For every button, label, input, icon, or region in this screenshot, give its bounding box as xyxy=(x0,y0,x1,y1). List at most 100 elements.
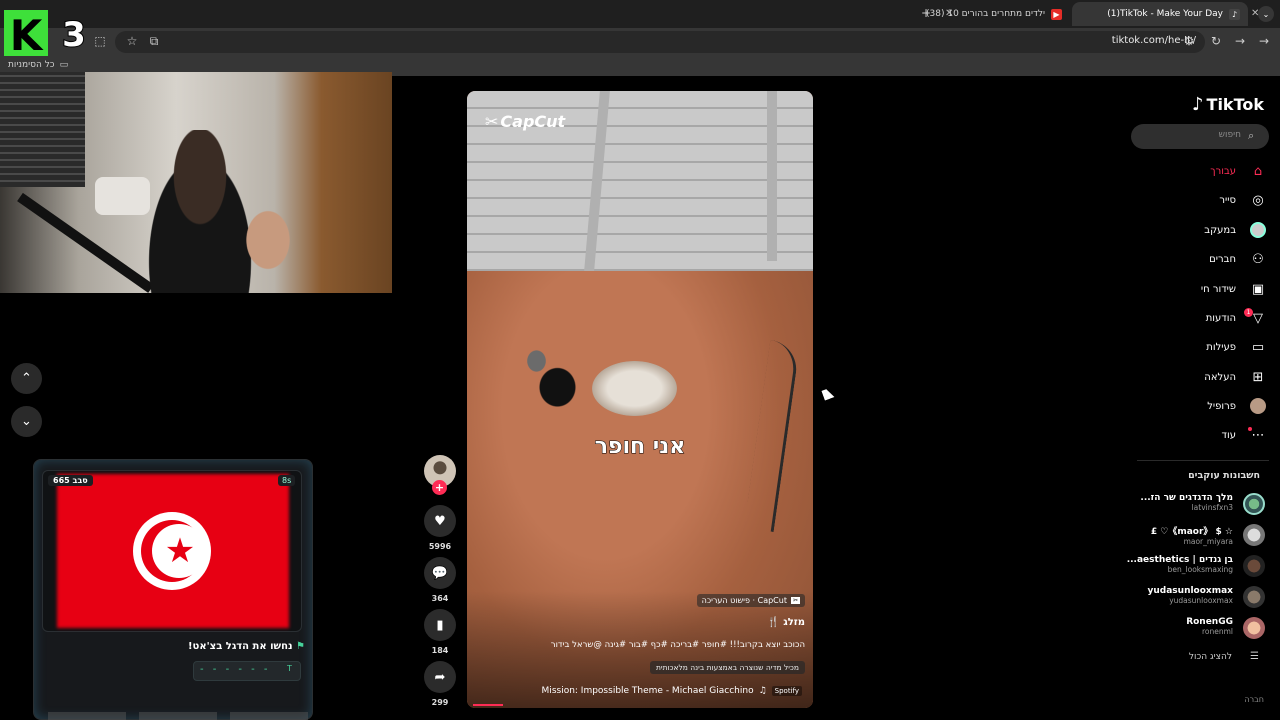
account-name: RonenGG xyxy=(1186,617,1233,627)
tab-tiktok-close-icon[interactable]: ✕ xyxy=(1251,8,1259,19)
nav-messages-label: הודעות xyxy=(1205,312,1236,324)
nav-activity[interactable]: ▭ פעילות xyxy=(1206,338,1266,356)
tab-youtube-title: (38) 10 ילדים מתחרים בהורים xyxy=(926,9,1045,19)
account-avatar[interactable] xyxy=(1243,586,1265,608)
nav-friends[interactable]: ⚇ חברים xyxy=(1209,250,1266,268)
site-settings-icon[interactable]: ⚙ xyxy=(1181,33,1197,49)
spotify-badge: Spotify xyxy=(771,686,802,696)
capcut-watermark-text: CapCut xyxy=(500,112,566,131)
upload-icon: ⊞ xyxy=(1252,369,1264,385)
tab-tiktok[interactable]: (1)TikTok - Make Your Day ♪ xyxy=(1072,2,1248,26)
address-bar[interactable] xyxy=(115,31,1205,53)
all-bookmarks-label: כל הסימניות xyxy=(8,60,55,70)
friends-icon: ⚇ xyxy=(1252,251,1264,267)
heart-icon: ♥ xyxy=(434,513,446,529)
all-bookmarks-button[interactable]: כל הסימניות ▭ xyxy=(8,60,68,70)
video-caption-overlay: אני חופר xyxy=(594,434,686,460)
nav-messages[interactable]: ▽ הודעות xyxy=(1206,309,1266,327)
following-icon xyxy=(1250,222,1266,238)
comment-count: 364 xyxy=(431,594,449,603)
bookmark-star-icon[interactable]: ☆ xyxy=(124,33,140,49)
extensions-icon[interactable]: ⬚ xyxy=(92,33,108,49)
follow-plus-icon[interactable]: + xyxy=(432,480,447,495)
nav-following-label: במעקב xyxy=(1204,224,1236,236)
live-icon: ▣ xyxy=(1251,281,1265,297)
nav-profile[interactable]: פרופיל xyxy=(1207,397,1266,415)
company-link[interactable]: חברה xyxy=(1244,695,1264,704)
nav-explore[interactable]: ◎ סייר xyxy=(1219,191,1266,209)
folder-icon: ▭ xyxy=(59,60,69,70)
chevron-up-icon: ⌃ xyxy=(21,371,32,386)
logo-letter: K xyxy=(10,11,44,58)
comment-button[interactable]: 💬 xyxy=(424,557,456,589)
webcam-hand xyxy=(238,200,298,280)
tab-search-chevron-icon[interactable]: ⌄ xyxy=(1258,6,1274,22)
save-count: 184 xyxy=(431,646,449,655)
nav-upload[interactable]: ⊞ העלאה xyxy=(1204,368,1266,386)
account-avatar[interactable] xyxy=(1243,493,1265,515)
like-button[interactable]: ♥ xyxy=(424,505,456,537)
tiktok-logo[interactable]: ♪ TikTok xyxy=(1192,94,1264,115)
music-title[interactable]: Mission: Impossible Theme - Michael Giac… xyxy=(542,686,754,696)
share-count: 299 xyxy=(431,698,449,707)
translate-icon[interactable]: ⧉ xyxy=(146,33,162,49)
account-avatar[interactable] xyxy=(1243,524,1265,546)
answer-hint: T xyxy=(287,664,292,673)
nav-explore-label: סייר xyxy=(1219,194,1236,206)
profile-icon xyxy=(1250,398,1266,414)
nav-more[interactable]: ⋯ עוד xyxy=(1222,426,1266,444)
capcut-watermark: ✂ CapCut xyxy=(485,112,565,131)
reload-icon[interactable]: ↻ xyxy=(1208,33,1224,49)
capcut-icon: ✂ xyxy=(485,112,499,131)
tab-youtube-close-icon[interactable]: ✕ xyxy=(945,8,953,19)
flag-emoji-icon: ⚑ xyxy=(296,641,305,652)
previous-video-button[interactable]: ⌃ xyxy=(11,363,42,394)
tiktok-favicon-icon: ♪ xyxy=(1229,8,1240,20)
stream-logo: K 3 xyxy=(4,10,87,58)
forward-arrow-icon[interactable]: → xyxy=(1256,33,1272,49)
nav-upload-label: העלאה xyxy=(1204,371,1236,383)
next-video-button[interactable]: ⌄ xyxy=(11,406,42,437)
flag-star-icon: ★ xyxy=(164,531,196,571)
account-handle: ronenml xyxy=(1201,627,1233,636)
account-item[interactable]: RonenGG ronenml xyxy=(1186,617,1233,636)
video-progress-bar[interactable] xyxy=(473,704,503,706)
account-item[interactable]: yudasunlooxmax yudasunlooxmax xyxy=(1148,586,1233,605)
music-bar[interactable]: Mission: Impossible Theme - Michael Giac… xyxy=(470,683,810,699)
search-placeholder: חיפוש xyxy=(1218,130,1241,140)
account-name: בן גנדים | aesthetics... xyxy=(1126,555,1233,565)
search-icon[interactable]: ⌕ xyxy=(1248,129,1254,143)
tab-youtube[interactable]: (38) 10 ילדים מתחרים בהורים ▶ xyxy=(910,2,1070,26)
account-item[interactable]: ☆ $ 《maor》♡ £ maor_miyara xyxy=(1151,524,1233,546)
account-avatar[interactable] xyxy=(1243,555,1265,577)
account-item[interactable]: בן גנדים | aesthetics... ben_looksmaxing xyxy=(1127,555,1233,574)
back-arrow-icon[interactable]: → xyxy=(1232,33,1248,49)
answer-dashes: - - - - - - xyxy=(200,664,271,675)
account-name: ☆ $ 《maor》♡ £ xyxy=(1150,527,1233,537)
nav-activity-label: פעילות xyxy=(1206,341,1236,353)
account-handle: ben_looksmaxing xyxy=(1167,565,1233,574)
new-tab-button[interactable]: + xyxy=(921,6,931,20)
video-author[interactable]: מזלג 🍴 xyxy=(767,617,805,628)
game-timer-badge: 8s xyxy=(278,475,296,486)
nav-following[interactable]: במעקב xyxy=(1204,221,1266,239)
capcut-template-tag[interactable]: ✂ CapCut · פישוט העריכה xyxy=(696,594,805,607)
save-button[interactable]: ▮ xyxy=(424,609,456,641)
video-player[interactable] xyxy=(467,91,813,708)
account-name: מלך הדגדגים שר הז... xyxy=(1140,493,1233,503)
nav-for-you[interactable]: ⌂ עבורך xyxy=(1210,162,1266,180)
activity-icon: ▭ xyxy=(1251,339,1265,355)
tab-tiktok-title: (1)TikTok - Make Your Day xyxy=(1107,9,1223,19)
account-avatar[interactable] xyxy=(1243,617,1265,639)
like-count: 5996 xyxy=(428,542,452,551)
nav-for-you-label: עבורך xyxy=(1210,165,1236,177)
show-all-link[interactable]: להציג הכול xyxy=(1189,652,1232,662)
list-icon: ☰ xyxy=(1250,651,1259,662)
capcut-small-icon: ✂ xyxy=(790,597,800,604)
more-notification-dot xyxy=(1248,427,1252,431)
logo-number: 3 xyxy=(62,15,86,55)
nav-live[interactable]: ▣ שידור חי xyxy=(1201,280,1266,298)
account-item[interactable]: מלך הדגדגים שר הז... latvinsfxn3 xyxy=(1140,493,1233,512)
game-footer-leaderboard xyxy=(48,712,308,720)
share-button[interactable]: ➦ xyxy=(424,661,456,693)
